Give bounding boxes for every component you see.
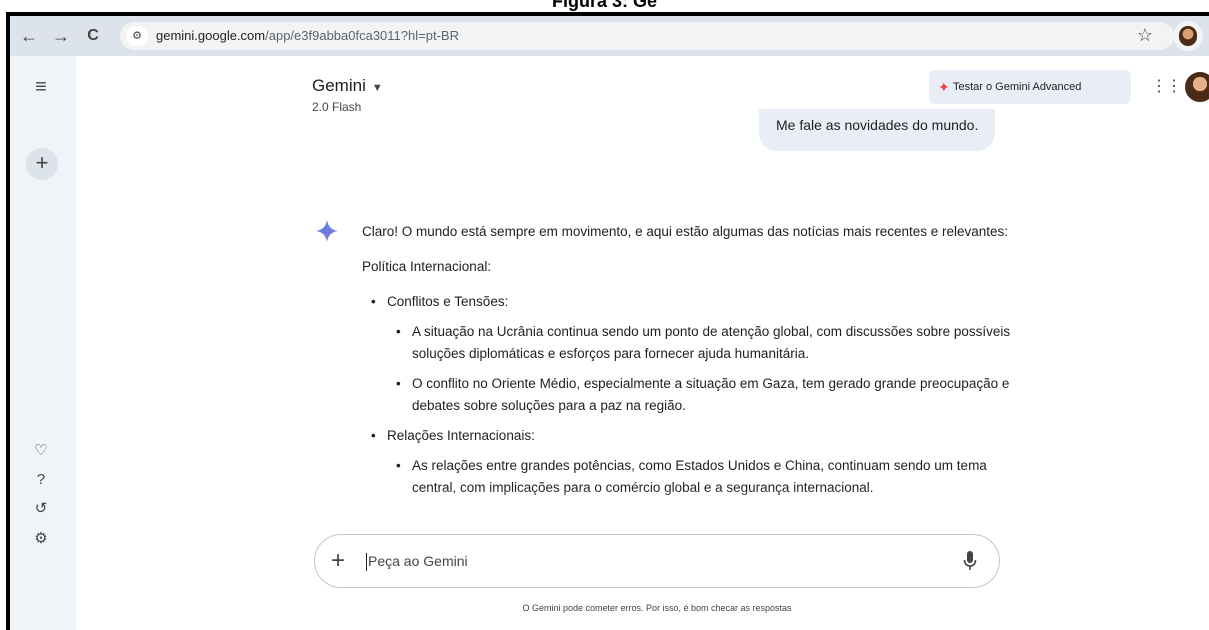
- prompt-input[interactable]: Peça ao Gemini: [368, 553, 468, 569]
- gem-icon[interactable]: ♡: [30, 440, 52, 462]
- screenshot-page: Figura 3: Ge ← → C ⚙ gemini.google.com/a…: [0, 0, 1209, 630]
- hamburger-menu-icon[interactable]: ≡: [30, 76, 52, 98]
- topic-item: Conflitos e Tensões: A situação na Ucrân…: [362, 291, 1012, 417]
- spark-icon: ✦: [938, 79, 950, 95]
- mic-icon[interactable]: [963, 550, 977, 572]
- reload-icon[interactable]: C: [82, 25, 104, 47]
- browser-profile-avatar: [1179, 26, 1197, 46]
- avatar[interactable]: [1185, 72, 1209, 102]
- browser-toolbar: ← → C ⚙ gemini.google.com/app/e3f9abba0f…: [10, 16, 1209, 56]
- history-icon[interactable]: ↺: [30, 498, 52, 520]
- site-settings-icon[interactable]: ⚙: [126, 26, 148, 46]
- model-name: Gemini: [312, 76, 366, 95]
- plus-icon: +: [35, 150, 49, 175]
- topic-list: Conflitos e Tensões: A situação na Ucrân…: [362, 291, 1012, 499]
- chevron-down-icon: ▼: [371, 82, 383, 94]
- url-host: gemini.google.com: [156, 28, 266, 43]
- topic-title: Conflitos e Tensões:: [387, 294, 509, 309]
- new-chat-button[interactable]: +: [26, 148, 58, 180]
- forward-arrow-icon[interactable]: →: [50, 25, 72, 47]
- gemini-sparkle-icon: [316, 220, 338, 242]
- gemini-app: ≡ + ♡ ? ↺ ⚙ Gemini ▼ 2.0 Flash ✦ Testar o…: [10, 56, 1209, 630]
- main-panel: Gemini ▼ 2.0 Flash ✦ Testar o Gemini Adva…: [76, 56, 1209, 630]
- browser-profile-button[interactable]: [1173, 21, 1203, 51]
- url-text[interactable]: gemini.google.com/app/e3f9abba0fca3011?h…: [156, 28, 459, 43]
- topic-title: Relações Internacionais:: [387, 428, 535, 443]
- figure-caption: Figura 3: Ge: [0, 0, 1209, 12]
- apps-grid-icon[interactable]: ⋮⋮⋮: [1151, 76, 1197, 98]
- list-item: A situação na Ucrânia continua sendo um …: [387, 321, 1012, 365]
- response-intro: Claro! O mundo está sempre em movimento,…: [362, 224, 1009, 239]
- user-message: Me fale as novidades do mundo.: [759, 109, 996, 151]
- try-advanced-label: Testar o Gemini Advanced: [953, 81, 1082, 93]
- figure-caption-text: Figura 3: Ge: [551, 0, 658, 11]
- add-attachment-icon[interactable]: +: [331, 549, 345, 573]
- model-response: Claro! O mundo está sempre em movimento,…: [362, 221, 1012, 507]
- star-icon[interactable]: ☆: [1137, 24, 1153, 46]
- back-arrow-icon[interactable]: ←: [18, 25, 40, 47]
- sidebar: ≡ + ♡ ? ↺ ⚙: [10, 56, 76, 630]
- help-icon[interactable]: ?: [30, 469, 52, 491]
- try-advanced-button[interactable]: ✦ Testar o Gemini Advanced: [929, 70, 1131, 104]
- settings-icon[interactable]: ⚙: [30, 528, 52, 550]
- address-bar[interactable]: ⚙ gemini.google.com/app/e3f9abba0fca3011…: [120, 22, 1174, 50]
- model-selector[interactable]: Gemini ▼: [312, 76, 383, 96]
- text-cursor: [366, 553, 367, 571]
- list-item: O conflito no Oriente Médio, especialmen…: [387, 373, 1012, 417]
- user-message-text: Me fale as novidades do mundo.: [776, 117, 979, 133]
- topic-subitems: A situação na Ucrânia continua sendo um …: [387, 321, 1012, 417]
- section-title: Política Internacional:: [362, 259, 492, 274]
- prompt-input-bar[interactable]: + Peça ao Gemini: [314, 534, 1000, 588]
- model-version: 2.0 Flash: [312, 100, 362, 114]
- disclaimer-text: O Gemini pode cometer erros. Por isso, é…: [522, 603, 792, 613]
- url-path: /app/e3f9abba0fca3011?hl=pt-BR: [265, 28, 459, 43]
